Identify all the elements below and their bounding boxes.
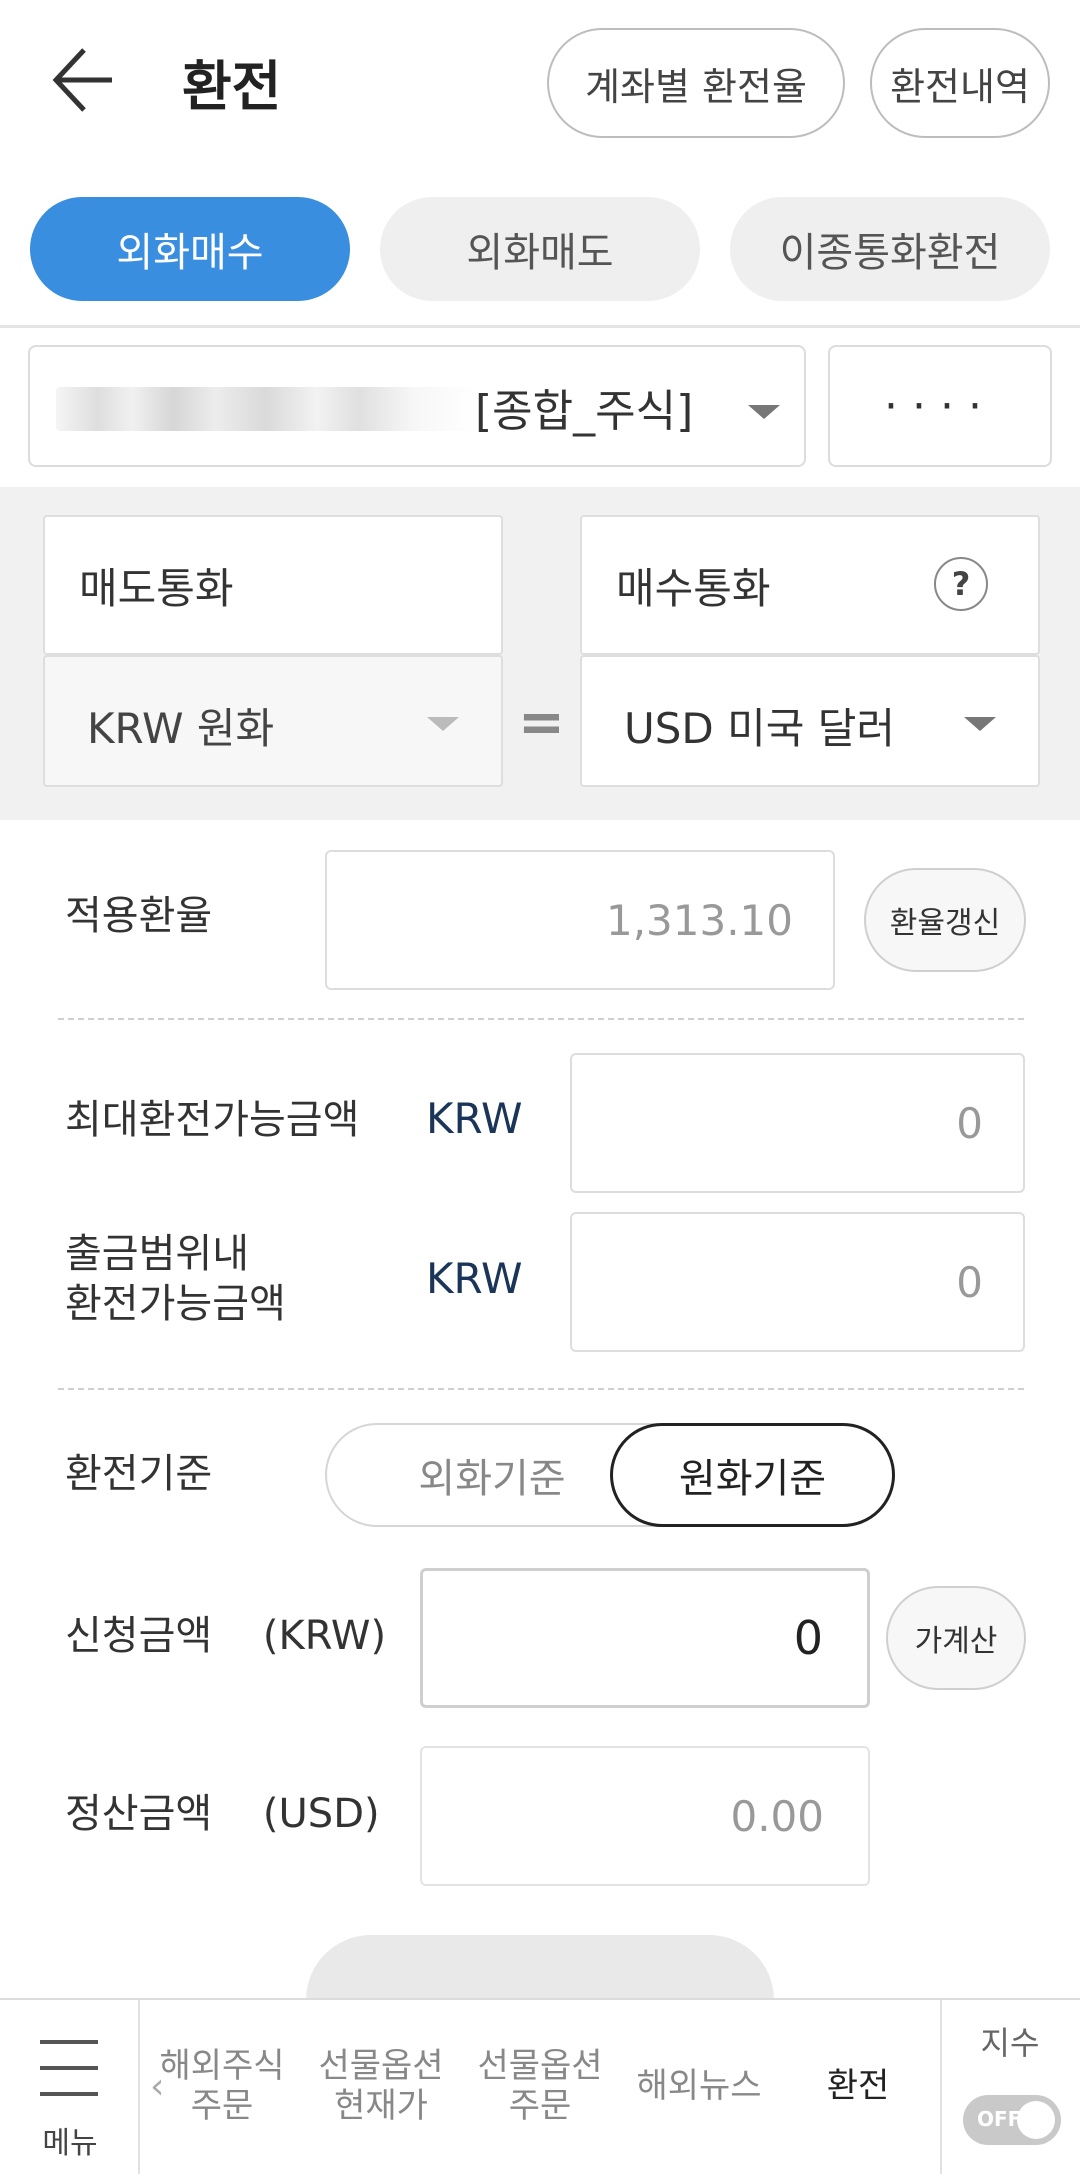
menu-label: 메뉴 [42, 2126, 98, 2161]
divider [58, 1018, 1024, 1020]
basis-foreign-option[interactable]: 외화기준 [367, 1425, 617, 1525]
nav-futures-price[interactable]: 선물옵션 현재가 [306, 2046, 456, 2126]
pre-calculate-button[interactable]: 가계산 [886, 1586, 1026, 1690]
withdraw-amount-label-1: 출금범위내 [65, 1231, 249, 1277]
applied-rate-field: 1,313.10 [325, 850, 835, 990]
nav-exchange[interactable]: 환전 [783, 2066, 933, 2106]
hamburger-icon [40, 2040, 98, 2044]
nav-label: 현재가 [334, 2086, 428, 2126]
hamburger-icon [40, 2066, 98, 2070]
request-amount-text: 신청금액 [65, 1613, 213, 1659]
account-type-label: [종합_주식] [475, 386, 694, 437]
nav-overseas-news[interactable]: 해외뉴스 [624, 2066, 774, 2106]
bottom-nav: 메뉴 ‹ 해외주식 주문 선물옵션 현재가 선물옵션 주문 해외뉴스 환전 지수… [0, 1998, 1080, 2174]
buy-currency-value: USD 미국 달러 [624, 704, 896, 753]
max-amount-field: 0 [570, 1053, 1025, 1193]
max-amount-label: 최대환전가능금액 [65, 1097, 360, 1143]
divider [0, 325, 1080, 328]
account-select[interactable]: [종합_주식] [28, 345, 806, 467]
index-toggle[interactable]: OFF [963, 2095, 1061, 2145]
tab-foreign-buy[interactable]: 외화매수 [30, 197, 350, 301]
menu-button[interactable]: 메뉴 [0, 2000, 140, 2174]
nav-futures-order[interactable]: 선물옵션 주문 [465, 2046, 615, 2126]
nav-label: 주문 [508, 2086, 572, 2126]
exchange-history-button[interactable]: 환전내역 [870, 28, 1050, 138]
withdraw-amount-currency: KRW [426, 1254, 523, 1303]
sell-currency-value: KRW 원화 [87, 704, 275, 753]
sell-currency-select[interactable]: KRW 원화 [43, 655, 503, 787]
withdraw-amount-field: 0 [570, 1212, 1025, 1352]
buy-currency-label: 매수통화 [616, 564, 771, 613]
chevron-down-icon [964, 717, 996, 731]
tab-cross-currency[interactable]: 이종통화환전 [730, 197, 1050, 301]
refresh-rate-button[interactable]: 환율갱신 [864, 868, 1026, 972]
sell-currency-header: 매도통화 [43, 515, 503, 655]
settlement-currency-label: (USD) [262, 1791, 380, 1837]
chevron-down-icon [748, 405, 780, 419]
divider [58, 1388, 1024, 1390]
request-amount-input[interactable]: 0 [420, 1568, 870, 1708]
nav-label: 선물옵션 [318, 2046, 444, 2086]
tab-foreign-sell[interactable]: 외화매도 [380, 197, 700, 301]
chevron-down-icon [427, 717, 459, 731]
basis-krw-option[interactable]: 원화기준 [610, 1423, 895, 1527]
applied-rate-label: 적용환율 [65, 893, 213, 939]
settlement-amount-text: 정산금액 [65, 1791, 213, 1837]
sell-currency-label: 매도통화 [79, 564, 234, 613]
buy-currency-header: 매수통화 ? [580, 515, 1040, 655]
max-amount-currency: KRW [426, 1094, 523, 1143]
account-number-redacted [56, 387, 476, 431]
exchange-basis-toggle: 외화기준 원화기준 [325, 1423, 895, 1527]
help-icon[interactable]: ? [934, 557, 988, 611]
toggle-knob [1017, 2101, 1055, 2139]
header-bar: 환전 계좌별 환전율 환전내역 [0, 0, 1080, 160]
nav-label: 주문 [190, 2086, 254, 2126]
equals-sign: = [518, 690, 565, 755]
nav-label: 해외주식 [159, 2046, 285, 2086]
buy-currency-select[interactable]: USD 미국 달러 [580, 655, 1040, 787]
hamburger-icon [40, 2092, 98, 2096]
nav-label: 선물옵션 [477, 2046, 603, 2086]
password-field[interactable]: ···· [828, 345, 1052, 467]
toggle-state-label: OFF [977, 2107, 1022, 2131]
request-amount-label: 신청금액 (KRW) [65, 1612, 386, 1660]
request-currency-label: (KRW) [262, 1613, 387, 1659]
settlement-amount-label: 정산금액 (USD) [65, 1790, 380, 1838]
rate-by-account-button[interactable]: 계좌별 환전율 [547, 28, 845, 138]
index-label: 지수 [980, 2024, 1040, 2062]
exchange-basis-label: 환전기준 [65, 1451, 213, 1497]
page-title: 환전 [182, 55, 282, 118]
withdraw-amount-label-2: 환전가능금액 [65, 1281, 286, 1327]
back-arrow-icon[interactable] [50, 40, 120, 120]
settlement-amount-field: 0.00 [420, 1746, 870, 1886]
nav-overseas-stock-order[interactable]: 해외주식 주문 [147, 2046, 297, 2126]
